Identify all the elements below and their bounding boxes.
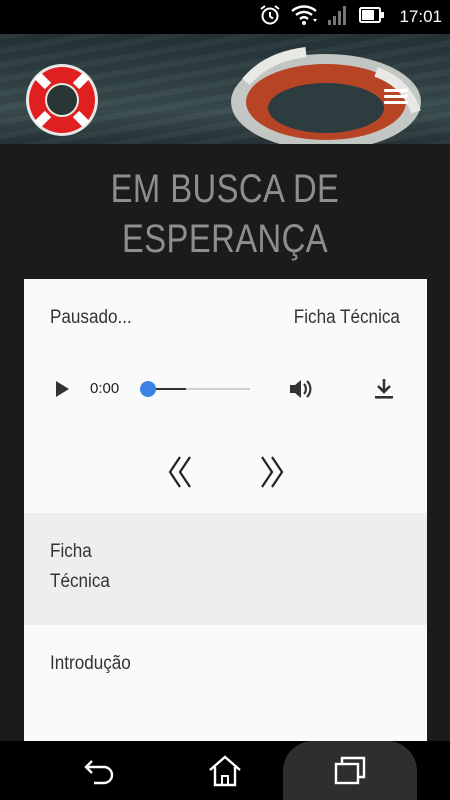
alarm-icon bbox=[259, 4, 281, 30]
site-title: EM BUSCA DE ESPERANÇA bbox=[41, 164, 410, 264]
menu-item-introducao[interactable]: Introdução bbox=[24, 625, 427, 741]
audio-time: 0:00 bbox=[90, 380, 120, 397]
battery-icon bbox=[359, 6, 385, 28]
menu-item-label: Ficha Técnica bbox=[50, 537, 140, 597]
seek-slider[interactable] bbox=[140, 381, 250, 397]
site-title-line1: EM BUSCA DE bbox=[110, 167, 340, 211]
double-chevron-right-icon[interactable] bbox=[258, 455, 286, 489]
back-icon[interactable] bbox=[82, 753, 118, 789]
seek-thumb[interactable] bbox=[140, 381, 156, 397]
audio-player: 0:00 bbox=[46, 371, 406, 407]
volume-icon[interactable] bbox=[288, 377, 314, 401]
double-chevron-left-icon[interactable] bbox=[166, 455, 194, 489]
recents-icon[interactable] bbox=[332, 753, 368, 789]
ficha-tecnica-link[interactable]: Ficha Técnica bbox=[294, 307, 400, 329]
player-status: Pausado... bbox=[50, 307, 132, 328]
status-time: 17:01 bbox=[399, 7, 442, 26]
hamburger-menu-icon[interactable] bbox=[380, 86, 412, 114]
home-icon[interactable] bbox=[207, 753, 243, 789]
menu-item-label-line1: Ficha bbox=[50, 541, 92, 562]
menu-item-label-line2: Técnica bbox=[50, 571, 110, 592]
lifebuoy-logo[interactable] bbox=[24, 62, 100, 138]
signal-icon bbox=[327, 5, 349, 29]
download-icon[interactable] bbox=[372, 377, 396, 401]
wifi-icon bbox=[291, 5, 318, 29]
site-title-line2: ESPERANÇA bbox=[121, 217, 329, 261]
system-nav-bar bbox=[0, 741, 450, 800]
menu-item-ficha-tecnica[interactable]: Ficha Técnica bbox=[24, 513, 427, 625]
player-card: Pausado... Ficha Técnica 0:00 Ficha Técn… bbox=[24, 279, 427, 741]
header-banner bbox=[0, 34, 450, 144]
status-bar: 17:01 bbox=[0, 0, 450, 34]
play-icon[interactable] bbox=[52, 379, 72, 399]
menu-item-label: Introdução bbox=[50, 653, 131, 674]
